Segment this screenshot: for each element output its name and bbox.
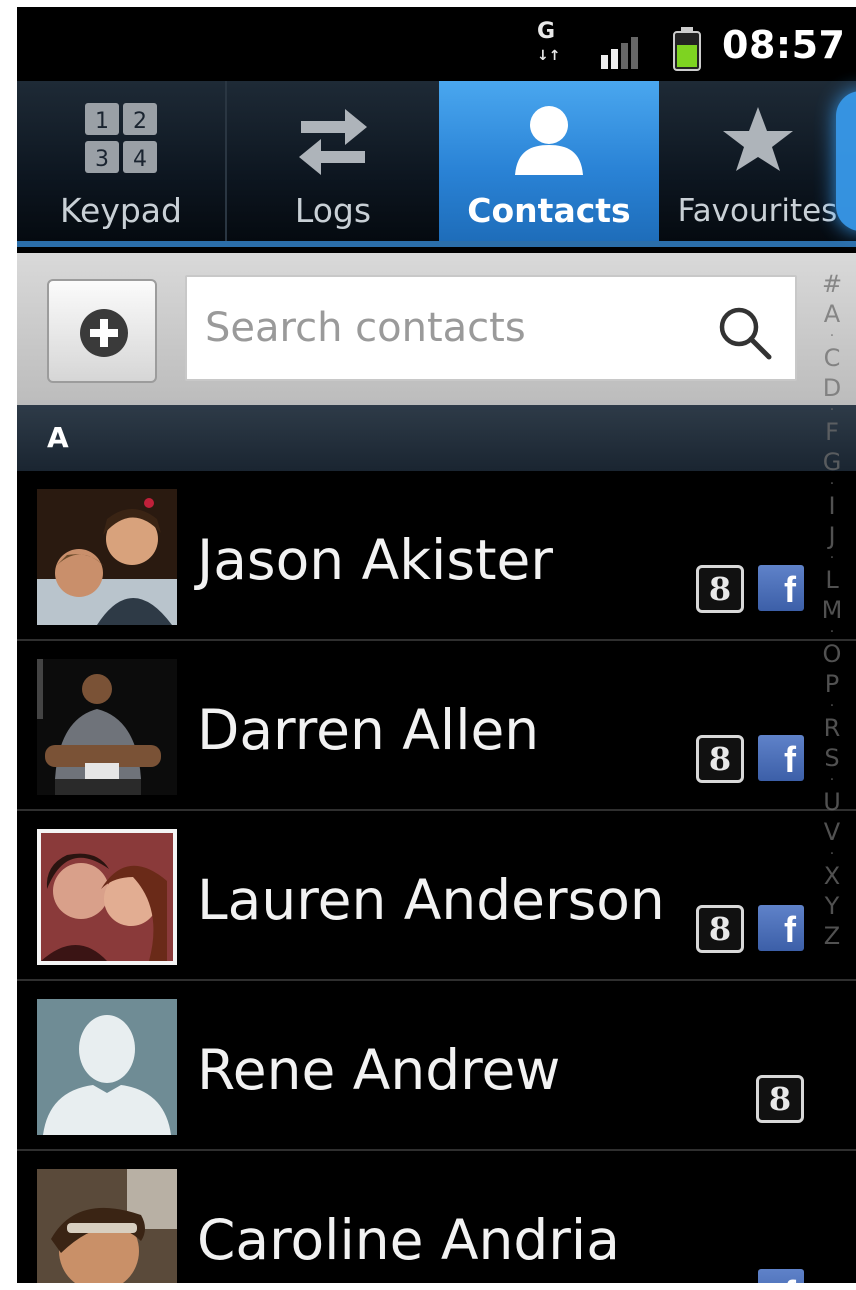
person-icon <box>515 106 583 175</box>
tab-keypad-label: Keypad <box>60 191 182 230</box>
index-dot: · <box>829 402 835 418</box>
search-box[interactable] <box>185 275 797 381</box>
index-dot: · <box>829 698 835 714</box>
index-letter[interactable]: G <box>823 447 842 477</box>
contact-photo-avatar[interactable] <box>37 659 177 795</box>
contact-photo-avatar[interactable] <box>37 489 177 625</box>
phone-screen: G ↓↑ 08:57 1 2 3 4 Keypad Logs Contacts … <box>17 7 856 1283</box>
google-account-icon: 8 <box>756 1075 804 1123</box>
index-letter[interactable]: Z <box>824 921 840 951</box>
index-letter[interactable]: V <box>824 817 840 847</box>
default-avatar-icon[interactable] <box>37 999 177 1135</box>
contact-name: Darren Allen <box>197 698 540 762</box>
account-badges: 8 f <box>696 905 804 953</box>
google-account-icon: 8 <box>696 565 744 613</box>
scroll-edge-glow <box>836 91 856 231</box>
facebook-account-icon: f <box>758 1269 804 1283</box>
index-letter[interactable]: # <box>822 269 842 299</box>
signal-strength-icon <box>601 37 638 69</box>
index-dot: · <box>829 328 835 344</box>
battery-icon <box>673 27 701 71</box>
index-letter[interactable]: F <box>825 417 839 447</box>
facebook-account-icon: f <box>758 565 804 611</box>
index-letter[interactable]: Y <box>825 891 840 921</box>
contact-row[interactable]: Lauren Anderson 8 f <box>17 811 856 981</box>
contact-row[interactable]: Darren Allen 8 f <box>17 641 856 811</box>
keypad-digit-2: 2 <box>133 109 147 134</box>
tab-logs-label: Logs <box>294 191 372 230</box>
account-badges: f <box>758 1269 804 1283</box>
index-letter[interactable]: A <box>824 299 840 329</box>
contact-name: Lauren Anderson <box>197 868 665 932</box>
index-letter[interactable]: I <box>828 491 835 521</box>
plus-icon <box>80 309 128 357</box>
tab-contacts[interactable]: Contacts <box>439 81 659 241</box>
index-letter[interactable]: L <box>825 565 838 595</box>
clock-time: 08:57 <box>722 23 846 67</box>
contact-row[interactable]: Jason Akister 8 f <box>17 471 856 641</box>
search-bar-area <box>17 253 856 405</box>
google-account-icon: 8 <box>696 905 744 953</box>
dialer-tab-bar: 1 2 3 4 Keypad Logs Contacts Favourites <box>17 81 856 247</box>
index-dot: · <box>829 846 835 862</box>
account-badges: 8 f <box>696 735 804 783</box>
search-icon[interactable] <box>715 303 775 363</box>
index-letter[interactable]: C <box>824 343 841 373</box>
account-badges: 8 f <box>696 565 804 613</box>
index-letter[interactable]: S <box>824 743 839 773</box>
google-account-icon: 8 <box>696 735 744 783</box>
contact-row[interactable]: Rene Andrew 8 <box>17 981 856 1151</box>
index-letter[interactable]: P <box>825 669 839 699</box>
section-header: A <box>17 405 856 471</box>
status-bar: G ↓↑ 08:57 <box>17 7 856 81</box>
star-icon <box>722 107 793 171</box>
contact-photo-avatar[interactable] <box>37 829 177 965</box>
tab-favourites-label: Favourites <box>677 193 838 229</box>
facebook-account-icon: f <box>758 735 804 781</box>
index-dot: · <box>829 624 835 640</box>
contact-name: Jason Akister <box>197 528 553 592</box>
section-letter: A <box>47 421 69 454</box>
add-contact-button[interactable] <box>47 279 157 383</box>
index-letter[interactable]: J <box>828 521 835 551</box>
index-dot: · <box>829 476 835 492</box>
index-letter[interactable]: O <box>823 639 842 669</box>
keypad-digit-4: 4 <box>133 147 147 172</box>
keypad-icon: 1 2 3 4 <box>85 103 157 173</box>
index-letter[interactable]: D <box>823 373 841 403</box>
index-letter[interactable]: R <box>824 713 841 743</box>
contact-name: Rene Andrew <box>197 1038 561 1102</box>
index-dot: · <box>829 772 835 788</box>
keypad-digit-1: 1 <box>95 109 109 134</box>
facebook-account-icon: f <box>758 905 804 951</box>
index-letter[interactable]: X <box>824 861 840 891</box>
network-type-icon: G ↓↑ <box>537 19 561 65</box>
account-badges: 8 <box>756 1075 804 1123</box>
alphabet-fast-scroll-index[interactable]: # A · C D · F G · I J · L M · O P · R S … <box>813 269 851 1269</box>
index-letter[interactable]: M <box>822 595 843 625</box>
contact-name: Caroline Andria <box>197 1208 620 1272</box>
contact-photo-avatar[interactable] <box>37 1169 177 1283</box>
tab-logs[interactable]: Logs <box>225 81 439 241</box>
tab-keypad[interactable]: 1 2 3 4 Keypad <box>17 81 225 241</box>
network-type-label: G <box>537 19 556 44</box>
tab-favourites[interactable]: Favourites <box>659 81 856 241</box>
swap-arrows-icon <box>299 109 367 175</box>
keypad-digit-3: 3 <box>95 147 109 172</box>
search-input[interactable] <box>205 277 705 379</box>
index-letter[interactable]: U <box>823 787 841 817</box>
contact-row[interactable]: Caroline Andria f <box>17 1151 856 1283</box>
index-dot: · <box>829 550 835 566</box>
tab-contacts-label: Contacts <box>467 191 631 230</box>
